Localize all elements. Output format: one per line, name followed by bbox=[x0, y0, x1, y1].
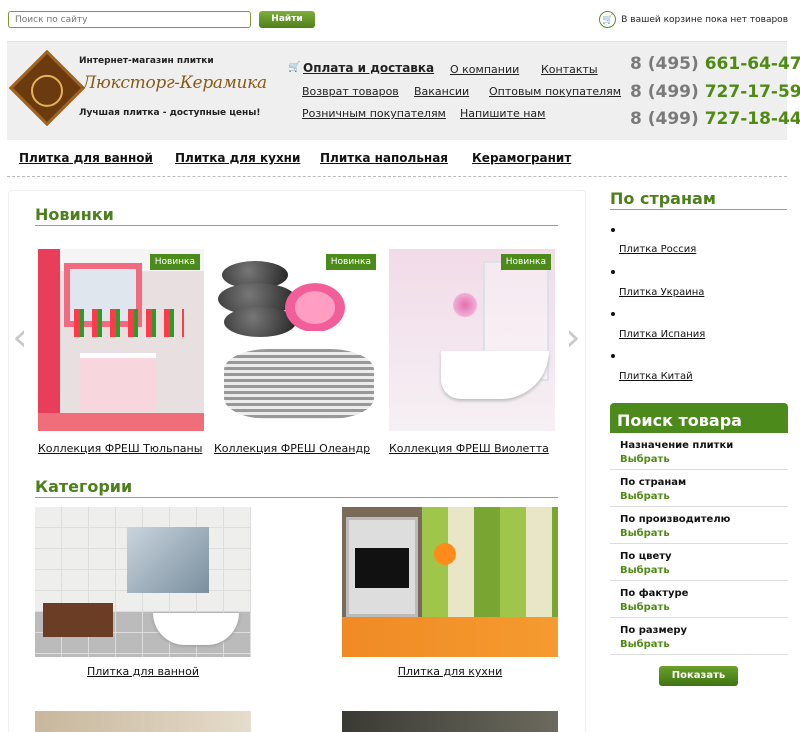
carousel-prev-arrow[interactable]: ‹ bbox=[8, 316, 32, 358]
delivery-cart-icon: 🛒 bbox=[288, 62, 301, 73]
list-bullet bbox=[611, 312, 615, 316]
nav-vacancies[interactable]: Вакансии bbox=[414, 85, 469, 98]
phone-number: 727-18-44 bbox=[704, 109, 800, 129]
category-caption[interactable]: Плитка для ванной bbox=[35, 665, 251, 678]
new-badge: Новинка bbox=[325, 254, 376, 270]
product-filter-panel: Поиск товара Назначение плитки Выбрать П… bbox=[610, 403, 788, 657]
country-link-spain[interactable]: Плитка Испания bbox=[619, 329, 705, 340]
filter-label: По цвету bbox=[620, 551, 672, 562]
filter-row[interactable]: Назначение плитки Выбрать bbox=[610, 433, 788, 470]
category-card-bathroom[interactable]: Плитка для ванной bbox=[35, 507, 251, 678]
new-items-rule bbox=[35, 225, 558, 226]
nav-contacts[interactable]: Контакты bbox=[541, 63, 598, 76]
phone-number: 661-64-47 bbox=[704, 54, 800, 74]
country-link-china[interactable]: Плитка Китай bbox=[619, 371, 693, 382]
cart-icon: 🛒 bbox=[599, 11, 617, 28]
filter-choose-link[interactable]: Выбрать bbox=[620, 639, 670, 650]
phone-1[interactable]: 8 (495) 661-64-47 bbox=[630, 54, 800, 74]
nav-wholesale[interactable]: Оптовым покупателям bbox=[489, 85, 621, 98]
product-image[interactable]: Новинка bbox=[38, 249, 204, 431]
category-nav-floor[interactable]: Плитка напольная bbox=[320, 151, 448, 165]
phone-code: 8 (499) bbox=[630, 82, 699, 102]
filter-choose-link[interactable]: Выбрать bbox=[620, 454, 670, 465]
search-input[interactable] bbox=[8, 11, 251, 28]
category-image[interactable] bbox=[35, 507, 251, 657]
category-nav-kitchen[interactable]: Плитка для кухни bbox=[175, 151, 300, 165]
filter-row[interactable]: По производителю Выбрать bbox=[610, 507, 788, 544]
cart-text: В вашей корзине пока нет товаров bbox=[621, 14, 788, 25]
nav-divider bbox=[7, 176, 787, 177]
product-name[interactable]: Коллекция ФРЕШ Тюльпаны bbox=[38, 442, 202, 455]
product-card[interactable]: Новинка Коллекция ФРЕШ Олеандр bbox=[214, 249, 380, 455]
phone-3[interactable]: 8 (499) 727-18-44 bbox=[630, 109, 800, 129]
list-bullet bbox=[611, 354, 615, 358]
search-button[interactable]: Найти bbox=[259, 11, 315, 28]
categories-rule bbox=[35, 497, 558, 498]
product-image[interactable]: Новинка bbox=[389, 249, 555, 431]
new-badge: Новинка bbox=[149, 254, 200, 270]
category-nav-porcelain[interactable]: Керамогранит bbox=[472, 151, 571, 165]
filter-row[interactable]: По странам Выбрать bbox=[610, 470, 788, 507]
filter-row[interactable]: По размеру Выбрать bbox=[610, 618, 788, 655]
filter-row[interactable]: По цвету Выбрать bbox=[610, 544, 788, 581]
logo-emblem[interactable] bbox=[8, 49, 86, 127]
show-button[interactable]: Показать bbox=[659, 666, 738, 686]
filter-choose-link[interactable]: Выбрать bbox=[620, 565, 670, 576]
new-badge: Новинка bbox=[500, 254, 551, 270]
category-image[interactable] bbox=[35, 711, 251, 732]
new-items-title: Новинки bbox=[35, 205, 114, 224]
filter-label: По размеру bbox=[620, 625, 688, 636]
phone-number: 727-17-59 bbox=[704, 82, 800, 102]
category-image[interactable] bbox=[342, 711, 558, 732]
categories-title: Категории bbox=[35, 477, 133, 496]
filter-row[interactable]: По фактуре Выбрать bbox=[610, 581, 788, 618]
tagline-top: Интернет-магазин плитки bbox=[79, 56, 214, 66]
product-image[interactable]: Новинка bbox=[214, 249, 380, 431]
filter-choose-link[interactable]: Выбрать bbox=[620, 602, 670, 613]
nav-about[interactable]: О компании bbox=[450, 63, 519, 76]
filter-label: По странам bbox=[620, 477, 687, 488]
nav-returns[interactable]: Возврат товаров bbox=[302, 85, 399, 98]
nav-delivery[interactable]: Оплата и доставка bbox=[303, 61, 434, 75]
list-bullet bbox=[611, 270, 615, 274]
filter-choose-link[interactable]: Выбрать bbox=[620, 528, 670, 539]
cart-status[interactable]: 🛒 В вашей корзине пока нет товаров bbox=[599, 11, 788, 28]
logo-text[interactable]: Люксторг-Керамика bbox=[82, 73, 267, 93]
category-card-kitchen[interactable]: Плитка для кухни bbox=[342, 507, 558, 678]
phone-code: 8 (499) bbox=[630, 109, 699, 129]
product-name[interactable]: Коллекция ФРЕШ Олеандр bbox=[214, 442, 370, 455]
nav-retail[interactable]: Розничным покупателям bbox=[302, 107, 446, 120]
country-link-ukraine[interactable]: Плитка Украина bbox=[619, 287, 704, 298]
product-card[interactable]: Новинка Коллекция ФРЕШ Виолетта bbox=[389, 249, 555, 455]
site-header: Интернет-магазин плитки Люксторг-Керамик… bbox=[7, 41, 800, 140]
countries-rule bbox=[610, 209, 787, 210]
country-link-russia[interactable]: Плитка Россия bbox=[619, 244, 696, 255]
carousel-next-arrow[interactable]: › bbox=[561, 316, 585, 358]
product-name[interactable]: Коллекция ФРЕШ Виолетта bbox=[389, 442, 549, 455]
filter-choose-link[interactable]: Выбрать bbox=[620, 491, 670, 502]
filter-label: По производителю bbox=[620, 514, 731, 525]
phone-code: 8 (495) bbox=[630, 54, 699, 74]
category-nav-bathroom[interactable]: Плитка для ванной bbox=[19, 151, 153, 165]
filter-title: Поиск товара bbox=[610, 403, 788, 433]
list-bullet bbox=[611, 228, 615, 232]
filter-label: Назначение плитки bbox=[620, 440, 734, 451]
category-image[interactable] bbox=[342, 507, 558, 657]
product-card[interactable]: Новинка Коллекция ФРЕШ Тюльпаны bbox=[38, 249, 204, 455]
countries-title: По странам bbox=[610, 189, 716, 208]
nav-write-us[interactable]: Напишите нам bbox=[460, 107, 545, 120]
filter-label: По фактуре bbox=[620, 588, 689, 599]
phone-2[interactable]: 8 (499) 727-17-59 bbox=[630, 82, 800, 102]
tagline-bottom: Лучшая плитка - доступные цены! bbox=[79, 108, 261, 118]
category-caption[interactable]: Плитка для кухни bbox=[342, 665, 558, 678]
